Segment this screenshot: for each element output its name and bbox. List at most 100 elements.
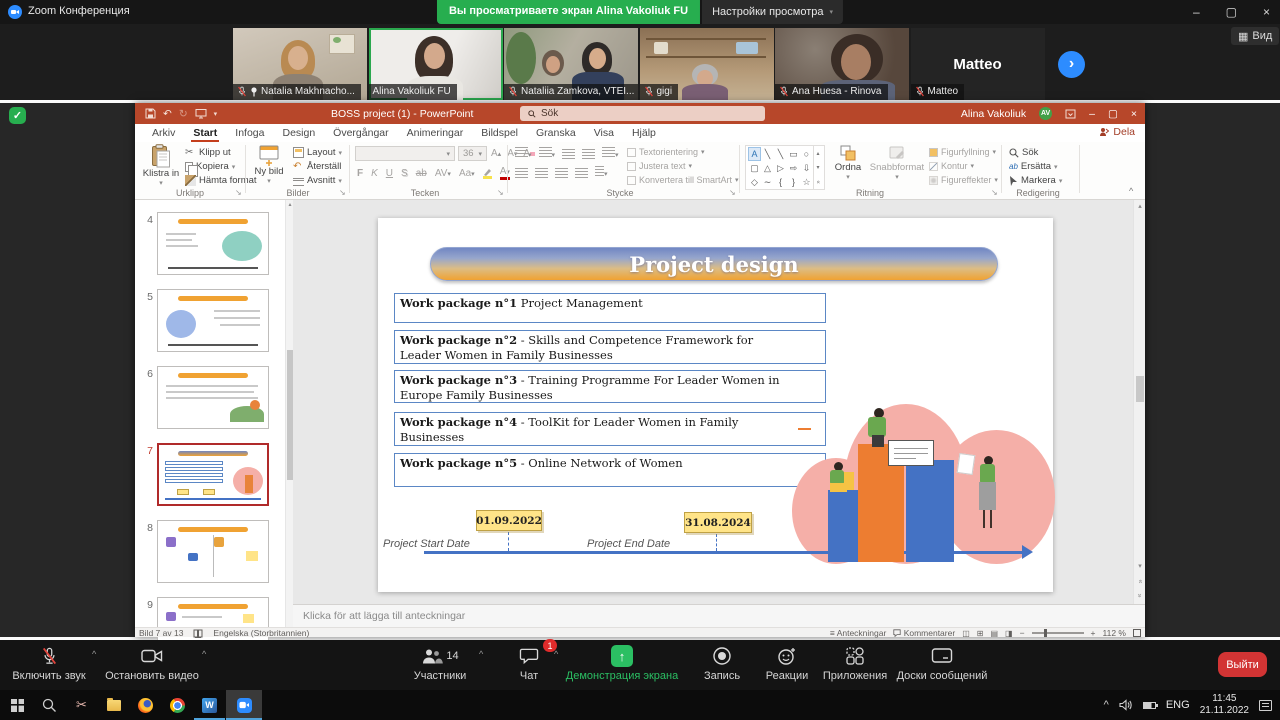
cut-button[interactable]: ✂ Klipp ut — [185, 147, 231, 158]
fit-to-window-icon[interactable] — [1133, 629, 1141, 637]
video-tile[interactable]: Natalia Makhnacho... — [233, 28, 367, 100]
dialog-launcher-icon[interactable]: ↘ — [729, 188, 736, 197]
close-icon[interactable]: × — [1263, 5, 1270, 19]
reactions-button[interactable]: Реакции — [756, 645, 818, 682]
font-name-combobox[interactable]: ▾ — [355, 146, 455, 161]
next-participants-button[interactable]: › — [1058, 51, 1085, 78]
shape-gallery[interactable]: A ╲ ╲ ▭ ○ ▢ △ ▷ ⇨ ⇩ ◇ ∼ { } ☆ ▴ — [745, 145, 825, 190]
dialog-launcher-icon[interactable]: ↘ — [497, 188, 504, 197]
shape-glyph[interactable]: { — [774, 175, 787, 189]
align-right-button[interactable] — [555, 168, 568, 178]
qat-customize-icon[interactable]: ▾ — [214, 110, 218, 118]
decrease-indent-button[interactable] — [562, 149, 575, 159]
video-tile[interactable]: Alina Vakoliuk FU — [369, 28, 503, 100]
italic-button[interactable]: K — [371, 168, 378, 179]
collapse-ribbon-icon[interactable]: ^ — [1129, 186, 1133, 196]
tab-infoga[interactable]: Infoga — [226, 124, 273, 142]
stop-video-button[interactable]: Остановить видео — [104, 645, 200, 682]
chat-button[interactable]: 1 Чат — [506, 645, 552, 682]
video-tile[interactable]: Matteo Matteo — [911, 28, 1045, 100]
ppt-search-box[interactable]: Sök — [520, 106, 765, 121]
tab-bildspel[interactable]: Bildspel — [472, 124, 527, 142]
participants-options-chevron[interactable]: ^ — [479, 649, 483, 659]
shape-glyph[interactable]: △ — [761, 161, 774, 175]
ppt-minimize-icon[interactable]: – — [1089, 108, 1095, 120]
arrange-button[interactable]: Ordna ▾ — [829, 144, 867, 182]
slide-thumbnail[interactable] — [157, 366, 269, 429]
text-shadow-button[interactable]: S — [401, 168, 408, 179]
taskbar-clock[interactable]: 11:45 21.11.2022 — [1200, 693, 1249, 717]
section-button[interactable]: Avsnitt ▾ — [293, 175, 342, 186]
scroll-down-icon[interactable]: ▾ — [1134, 562, 1146, 570]
chat-options-chevron[interactable]: ^ — [554, 649, 558, 659]
align-center-button[interactable] — [535, 168, 548, 178]
zoom-level[interactable]: 112 % — [1103, 628, 1126, 638]
firefox-button[interactable] — [130, 690, 161, 720]
video-tile[interactable]: gigi — [640, 28, 774, 100]
work-package-box[interactable]: Work package n°3 - Training Programme Fo… — [394, 370, 826, 403]
panel-scrollbar[interactable]: ▴ — [285, 200, 293, 627]
convert-smartart-button[interactable]: Konvertera till SmartArt ▾ — [627, 175, 739, 185]
shape-glyph[interactable]: ◇ — [748, 175, 761, 189]
slide-thumbnail[interactable] — [157, 289, 269, 352]
slide-sorter-button[interactable]: ⊞ — [977, 629, 984, 638]
chrome-button[interactable] — [162, 690, 193, 720]
scroll-up-icon[interactable]: ▴ — [1134, 202, 1146, 210]
file-explorer-button[interactable] — [98, 690, 129, 720]
bold-button[interactable]: F — [357, 168, 363, 179]
video-tile[interactable]: Nataliia Zamkova, VTEI... — [504, 28, 638, 100]
zoom-slider[interactable] — [1032, 632, 1084, 634]
copy-button[interactable]: Kopiera ▾ — [185, 161, 235, 172]
highlight-color-button[interactable] — [483, 168, 492, 179]
canvas-scrollbar[interactable]: ▴ ▾ « « — [1133, 200, 1145, 604]
tab-hjalp[interactable]: Hjälp — [623, 124, 665, 142]
ppt-close-icon[interactable]: × — [1131, 108, 1137, 120]
comments-toggle[interactable]: Kommentarer — [893, 628, 955, 638]
save-icon[interactable] — [145, 108, 156, 119]
share-document-button[interactable]: Dela — [1099, 126, 1135, 138]
find-button[interactable]: Sök — [1009, 147, 1038, 158]
leave-button[interactable]: Выйти — [1218, 652, 1267, 677]
shape-glyph[interactable]: ⇨ — [787, 161, 800, 175]
font-color-button[interactable]: A▾ — [500, 166, 510, 180]
dialog-launcher-icon[interactable]: ↘ — [339, 188, 346, 197]
change-case-button[interactable]: Aa▾ — [459, 168, 475, 179]
bullets-button[interactable]: ▾ — [515, 147, 532, 160]
video-tile[interactable]: Ana Huesa - Rinova — [775, 28, 909, 100]
underline-button[interactable]: U — [386, 168, 393, 179]
shape-outline-button[interactable]: Kontur ▾ — [929, 161, 974, 171]
action-center-icon[interactable] — [1259, 700, 1272, 711]
replace-button[interactable]: ab Ersätta ▾ — [1009, 161, 1058, 172]
dialog-launcher-icon[interactable]: ↘ — [235, 188, 242, 197]
shape-glyph[interactable]: ╲ — [774, 147, 787, 161]
slide-thumbnail-selected[interactable] — [157, 443, 269, 506]
tab-granska[interactable]: Granska — [527, 124, 585, 142]
grow-font-button[interactable]: A▴ — [491, 148, 501, 159]
shape-glyph[interactable]: } — [787, 175, 800, 189]
redo-icon[interactable]: ↻ — [179, 108, 188, 120]
slideshow-button[interactable]: ◨ — [1005, 629, 1013, 638]
tab-overgangar[interactable]: Övergångar — [324, 124, 397, 142]
reading-view-button[interactable]: ▤ — [990, 629, 998, 638]
shape-glyph[interactable]: ⇩ — [800, 161, 813, 175]
text-direction-button[interactable]: Textorientering ▾ — [627, 147, 705, 157]
shape-glyph[interactable]: ▷ — [774, 161, 787, 175]
end-date-box[interactable]: 31.08.2024 — [684, 512, 752, 533]
ppt-restore-icon[interactable]: ▢ — [1108, 108, 1118, 120]
scroll-down-icon[interactable]: ▾ — [816, 164, 819, 171]
user-avatar[interactable]: AV — [1039, 107, 1052, 120]
align-text-button[interactable]: Justera text ▾ — [627, 161, 692, 171]
notes-area[interactable]: Klicka för att lägga till anteckningar — [293, 604, 1145, 627]
unmute-button[interactable]: Включить звук — [8, 645, 90, 682]
language-indicator[interactable]: Engelska (Storbritannien) — [213, 628, 309, 638]
slide-title[interactable]: Project design — [430, 247, 998, 281]
word-button[interactable]: W — [194, 690, 225, 720]
mic-options-chevron[interactable]: ^ — [92, 649, 96, 659]
shape-glyph[interactable]: ∼ — [761, 175, 774, 189]
shape-effects-button[interactable]: Figureffekter ▾ — [929, 175, 998, 185]
new-slide-button[interactable]: Ny bild ▾ — [249, 144, 289, 186]
shape-glyph[interactable]: ▢ — [748, 161, 761, 175]
increase-indent-button[interactable] — [582, 149, 595, 159]
shape-gallery-scroll[interactable]: ▴ ▾ « — [813, 146, 822, 189]
view-settings-button[interactable]: Настройки просмотра ▾ — [702, 0, 843, 24]
